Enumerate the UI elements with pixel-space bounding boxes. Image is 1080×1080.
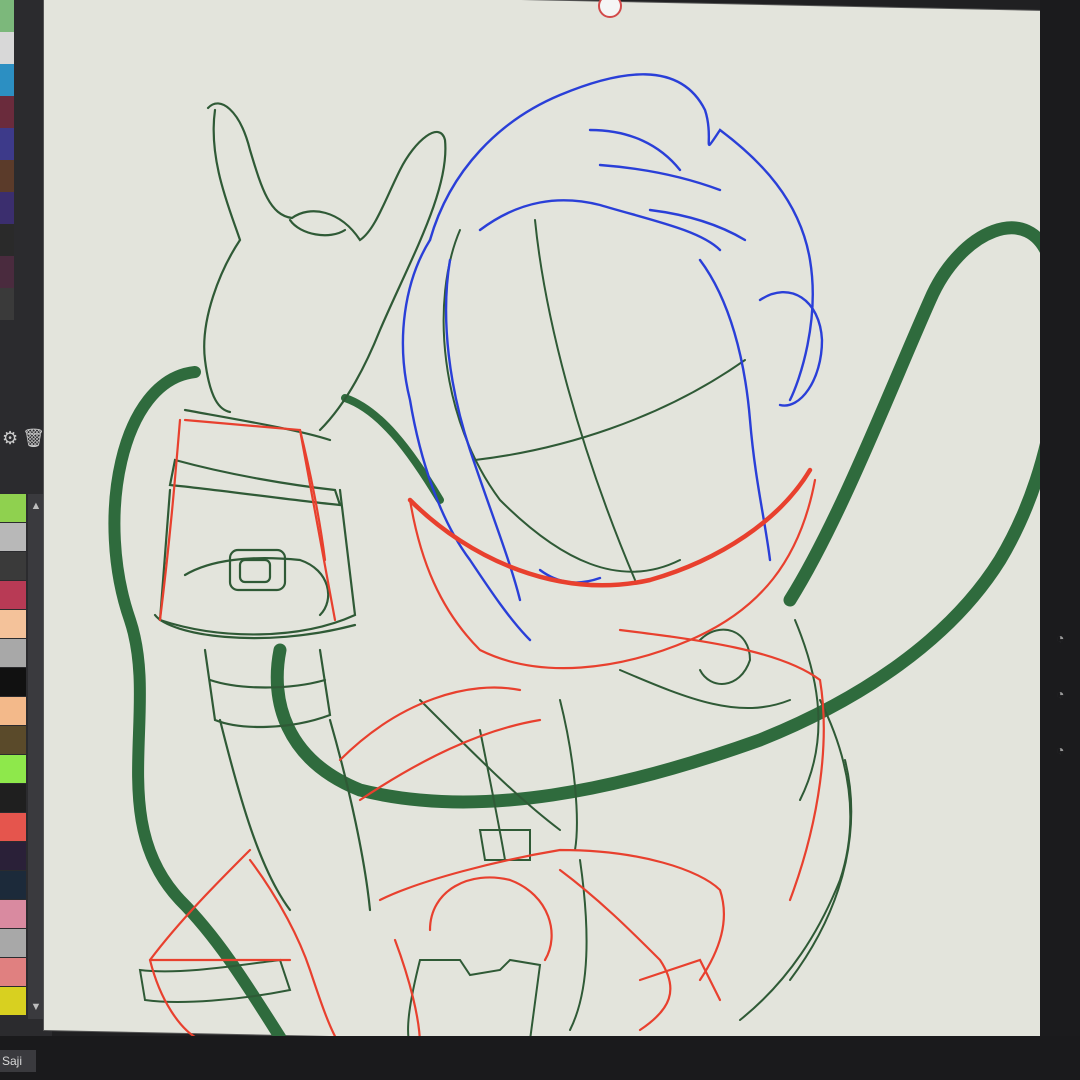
green-sketch-body: [138, 219, 853, 1046]
red-sketch-body: [148, 418, 825, 1047]
thick-green-stroke: [270, 221, 1066, 809]
right-panel: ◔ ◔ ◔: [1040, 0, 1080, 1080]
screen: ⚙ 🗑 ▲ ▼ Saji: [0, 0, 1080, 1080]
layer-name-label[interactable]: Saji: [0, 1050, 36, 1072]
thick-green-stroke: [108, 366, 291, 1051]
eye-icon[interactable]: ◔: [1056, 742, 1076, 772]
thick-green-stroke: [341, 394, 444, 504]
eye-icon[interactable]: ◔: [1056, 630, 1076, 660]
green-sketch-hand: [153, 102, 447, 912]
sketch-artwork: [108, 73, 1066, 1051]
eye-icon[interactable]: ◔: [1056, 686, 1076, 716]
bottom-bezel: [0, 1036, 1080, 1080]
layer-visibility-icons: ◔ ◔ ◔: [1056, 630, 1076, 798]
blue-sketch-hair: [401, 73, 824, 642]
